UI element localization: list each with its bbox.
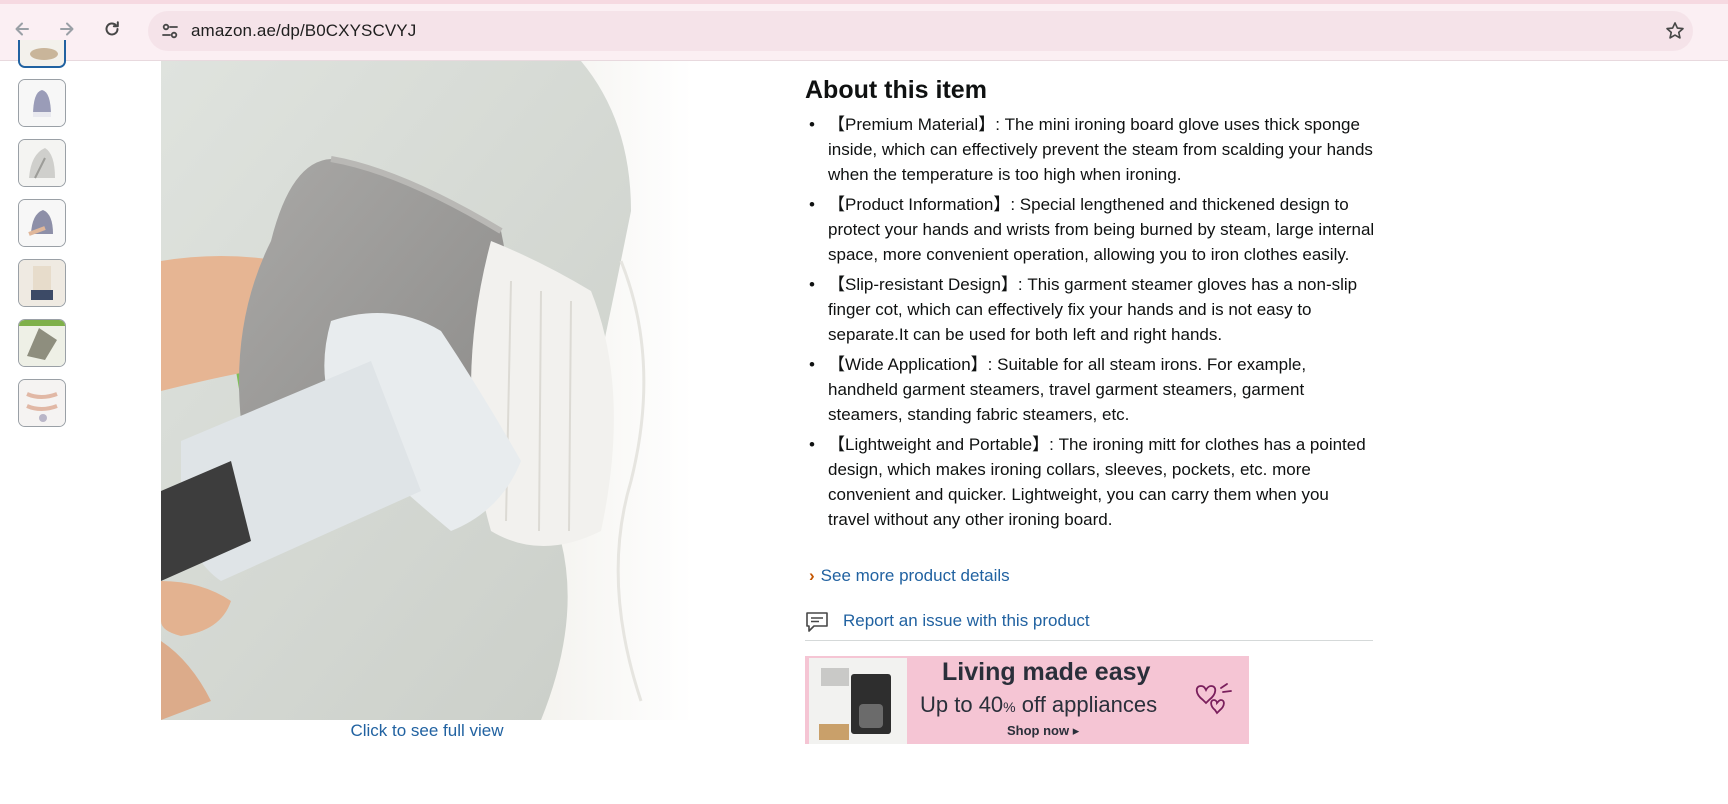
see-more-details-link[interactable]: › See more product details: [809, 566, 1010, 586]
appliances-ad-banner[interactable]: Living made easy Up to 40% off appliance…: [805, 656, 1249, 744]
back-button[interactable]: [8, 15, 36, 43]
feedback-icon: [806, 612, 828, 632]
ad-offer-amount: Up to 40: [920, 692, 1004, 717]
arrow-left-icon: [15, 22, 29, 36]
feature-bullet: 【Lightweight and Portable】: The ironing …: [805, 432, 1375, 532]
feature-bullet: 【Slip-resistant Design】: This garment st…: [805, 272, 1375, 347]
ad-shop-now-link[interactable]: Shop now ▸: [1007, 723, 1079, 739]
tab-strip: [0, 0, 1728, 4]
thumbnail-7[interactable]: [18, 379, 66, 427]
feature-bullet: 【Premium Material】: The mini ironing boa…: [805, 112, 1375, 187]
star-icon: [1666, 22, 1684, 39]
full-view-link[interactable]: Click to see full view: [161, 721, 693, 741]
feature-bullets: 【Premium Material】: The mini ironing boa…: [805, 112, 1375, 537]
thumbnail-image: [19, 260, 65, 306]
address-bar[interactable]: amazon.ae/dp/B0CXYSCVYJ: [148, 11, 1693, 51]
url-text[interactable]: amazon.ae/dp/B0CXYSCVYJ: [191, 21, 416, 41]
report-issue-link[interactable]: Report an issue with this product: [843, 611, 1090, 631]
feature-bullet: 【Product Information】: Special lengthene…: [805, 192, 1375, 267]
arrow-right-icon: [60, 22, 74, 36]
bookmark-button[interactable]: [1663, 19, 1687, 43]
thumbnail-1[interactable]: [18, 40, 66, 68]
hearts-icon: [1195, 683, 1232, 715]
report-issue[interactable]: Report an issue with this product: [805, 609, 1373, 641]
thumbnail-6[interactable]: [18, 319, 66, 367]
reload-icon: [105, 21, 119, 36]
thumbnail-image: [19, 200, 65, 246]
product-photo: [161, 61, 693, 720]
main-product-image[interactable]: [161, 61, 693, 720]
thumbnail-image: [19, 320, 65, 366]
about-title: About this item: [805, 76, 987, 104]
ad-offer: Up to 40% off appliances: [920, 692, 1157, 718]
thumbnail-image: [19, 380, 65, 426]
coffee-machine-image: [809, 658, 907, 744]
thumbnail-2[interactable]: [18, 79, 66, 127]
reload-button[interactable]: [98, 15, 126, 43]
ad-offer-suffix: off appliances: [1015, 692, 1158, 717]
chevron-right-icon: ›: [809, 566, 815, 585]
ad-headline: Living made easy: [942, 658, 1151, 686]
site-info-button[interactable]: [156, 17, 184, 45]
thumbnail-image: [19, 80, 65, 126]
forward-button[interactable]: [53, 15, 81, 43]
ad-product-image: [809, 658, 907, 744]
see-more-label[interactable]: See more product details: [821, 566, 1010, 585]
thumbnail-image: [19, 140, 65, 186]
thumbnail-3[interactable]: [18, 139, 66, 187]
thumbnail-5[interactable]: [18, 259, 66, 307]
browser-toolbar: amazon.ae/dp/B0CXYSCVYJ: [0, 0, 1728, 61]
tune-icon: [162, 23, 178, 39]
thumbnail-image: [20, 40, 64, 66]
thumbnail-4[interactable]: [18, 199, 66, 247]
feature-bullet: 【Wide Application】: Suitable for all ste…: [805, 352, 1375, 427]
ad-offer-percent: %: [1003, 699, 1016, 715]
